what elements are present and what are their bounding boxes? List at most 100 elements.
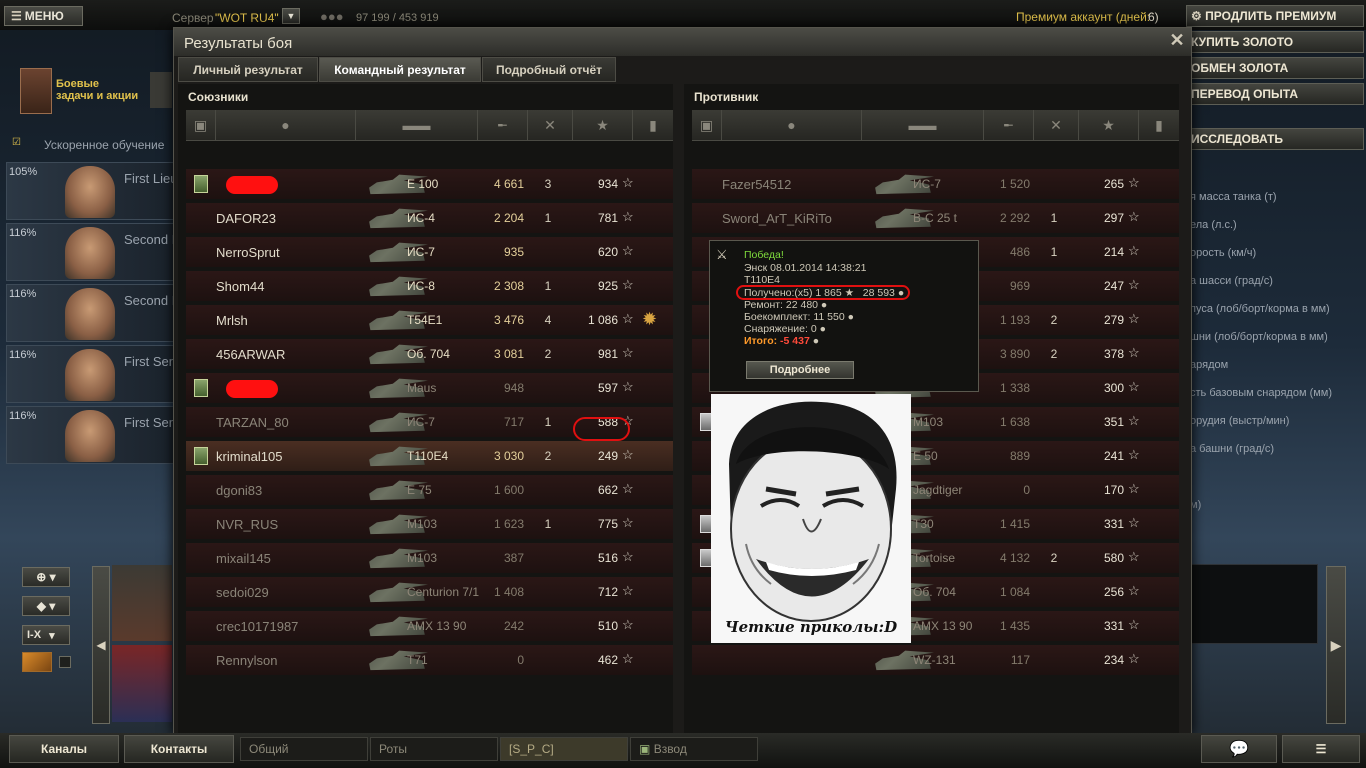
close-button[interactable]: ✕ (1168, 31, 1186, 49)
table-row[interactable]: mixail145 M103 387 516 ☆ (186, 543, 673, 575)
research-button[interactable]: ИССЛЕДОВАТЬ (1186, 128, 1364, 150)
crew-member[interactable]: 116% Second L (6, 284, 177, 342)
tank-name: Maus (407, 381, 437, 395)
table-row[interactable]: Maus 948 597 ☆ (186, 373, 673, 405)
allies-table-header: ▣ ● ▬▬ ╾ ✕ ★ ▮ (186, 110, 673, 141)
chevron-left-icon: ◀ (96, 638, 106, 652)
table-row[interactable]: NVR_RUS M103 1 623 1 775 ☆ (186, 509, 673, 541)
crew-rank: First Lieu (124, 171, 177, 186)
table-row[interactable]: Fazer54512 ИС-7 1 520 265 ☆ (692, 169, 1179, 201)
table-row[interactable]: E 100 4 661 3 934 ☆ (186, 169, 673, 201)
kills-value: 2 (544, 347, 552, 361)
tier-filter-button[interactable]: I-X ▾ (22, 625, 70, 645)
table-row[interactable]: Shom44 ИС-8 2 308 1 925 ☆ (186, 271, 673, 303)
tab-personal-result[interactable]: Личный результат (178, 57, 318, 82)
server-value: "WOT RU4" (215, 11, 279, 25)
stat-turret-armor: шни (лоб/борт/корма в мм) (1190, 331, 1328, 343)
kills-icon[interactable]: ✕ (528, 110, 573, 140)
premium-filter-icon[interactable] (22, 652, 52, 672)
missions-icon[interactable] (20, 68, 52, 114)
tank-column-icon[interactable]: ▬▬ (356, 110, 478, 140)
carousel-tank-card[interactable] (112, 645, 172, 722)
server-dropdown-button[interactable]: ▼ (282, 8, 300, 24)
buy-gold-button[interactable]: КУПИТЬ ЗОЛОТО (1186, 31, 1364, 53)
tank-name: ИС-7 (407, 245, 435, 259)
damage-value: 1 520 (999, 177, 1030, 191)
globe-filter-button[interactable]: ⊕ ▾ (22, 567, 70, 587)
chat-button[interactable]: 💬 (1201, 735, 1277, 763)
xp-value: 580 (1103, 551, 1124, 565)
shield-icon[interactable]: ▣ (186, 110, 216, 140)
damage-value: 1 435 (999, 619, 1030, 633)
tab-team-result[interactable]: Командный результат (319, 57, 481, 82)
table-row[interactable]: NerroSprut ИС-7 935 620 ☆ (186, 237, 673, 269)
exchange-gold-button[interactable]: ОБМЕН ЗОЛОТА (1186, 57, 1364, 79)
star-icon[interactable]: ★ (573, 110, 633, 140)
star-icon: ☆ (622, 651, 634, 666)
player-icon[interactable]: ● (216, 110, 356, 140)
crew-member[interactable]: 116% First Serg (6, 345, 177, 403)
player-name: NerroSprut (216, 245, 280, 260)
star-icon: ☆ (1128, 345, 1140, 360)
damage-value: 4 661 (493, 177, 524, 191)
medal-icon[interactable]: ▮ (1139, 110, 1179, 140)
crew-member[interactable]: 116% Second L (6, 223, 177, 281)
xp-value: 981 (597, 347, 618, 361)
damage-icon[interactable]: ╾ (984, 110, 1034, 140)
shield-icon[interactable]: ▣ (692, 110, 722, 140)
table-row[interactable]: sedoi029 Centurion 7/1 1 408 712 ☆ (186, 577, 673, 609)
channels-button[interactable]: Каналы (9, 735, 119, 763)
crew-member[interactable]: 105% First Lieu (6, 162, 177, 220)
table-row[interactable]: WZ-131 117 234 ☆ (692, 645, 1179, 677)
table-row[interactable]: Sword_ArT_KiRiTo B-C 25 t 2 292 1 297 ☆ (692, 203, 1179, 235)
player-icon[interactable]: ● (722, 110, 862, 140)
carousel-right-button[interactable]: ▶ (1326, 566, 1346, 724)
accelerated-training-checkbox[interactable]: ☑ (12, 137, 21, 148)
damage-value: 3 890 (999, 347, 1030, 361)
table-row[interactable]: DAFOR23 ИС-4 2 204 1 781 ☆ (186, 203, 673, 235)
companies-channel-tab[interactable]: Роты (370, 737, 498, 761)
tank-column-icon[interactable]: ▬▬ (862, 110, 984, 140)
table-row[interactable]: dgoni83 E 75 1 600 662 ☆ (186, 475, 673, 507)
tab-detailed-report[interactable]: Подробный отчёт (482, 57, 616, 82)
player-name: Rennylson (216, 653, 278, 668)
medal-icon[interactable]: ▮ (633, 110, 673, 140)
contacts-button[interactable]: Контакты (124, 735, 234, 763)
star-icon[interactable]: ★ (1079, 110, 1139, 140)
damage-value: 1 338 (999, 381, 1030, 395)
crew-percent: 116% (9, 288, 37, 300)
stat-engine: ела (л.с.) (1190, 219, 1237, 231)
general-channel-tab[interactable]: Общий (240, 737, 368, 761)
table-row[interactable]: kriminal105 T110E4 3 030 2 249 ☆ (186, 441, 673, 473)
table-row[interactable]: Mrlsh T54E1 3 476 4 1 086 ☆ ✹ (186, 305, 673, 337)
table-row[interactable]: 456ARWAR Об. 704 3 081 2 981 ☆ (186, 339, 673, 371)
extend-premium-button[interactable]: ⚙ ПРОДЛИТЬ ПРЕМИУМ (1186, 5, 1364, 27)
star-icon: ☆ (1128, 481, 1140, 496)
missions-label-2: задачи и акции (56, 90, 139, 102)
kills-value: 1 (544, 279, 552, 293)
type-filter-button[interactable]: ◆ ▾ (22, 596, 70, 616)
crew-member[interactable]: 116% First Serg (6, 406, 177, 464)
damage-icon[interactable]: ╾ (478, 110, 528, 140)
player-name: DAFOR23 (216, 211, 276, 226)
meme-image: Четкие приколы:D (711, 394, 911, 643)
notifications-button[interactable]: ☰ (1282, 735, 1360, 763)
table-row[interactable]: Rennylson T71 0 462 ☆ (186, 645, 673, 677)
carousel-tank-card[interactable] (112, 565, 172, 641)
star-icon: ☆ (1128, 311, 1140, 326)
details-button[interactable]: Подробнее (746, 361, 854, 379)
platoon-channel-tab[interactable]: ▣ Взвод (630, 737, 758, 761)
carousel-left-button[interactable]: ◀ (92, 566, 110, 724)
clan-channel-tab[interactable]: [S_P_C] (500, 737, 628, 761)
platoon-icon (194, 447, 208, 465)
damage-value: 1 408 (493, 585, 524, 599)
transfer-xp-button[interactable]: ПЕРЕВОД ОПЫТА (1186, 83, 1364, 105)
player-name: Mrlsh (216, 313, 248, 328)
filter-checkbox[interactable] (59, 656, 71, 668)
xp-value: 247 (1103, 279, 1124, 293)
xp-value: 510 (597, 619, 618, 633)
kills-icon[interactable]: ✕ (1034, 110, 1079, 140)
xp-value: 775 (597, 517, 618, 531)
menu-button[interactable]: ☰ МЕНЮ (4, 6, 83, 26)
table-row[interactable]: crec10171987 AMX 13 90 242 510 ☆ (186, 611, 673, 643)
